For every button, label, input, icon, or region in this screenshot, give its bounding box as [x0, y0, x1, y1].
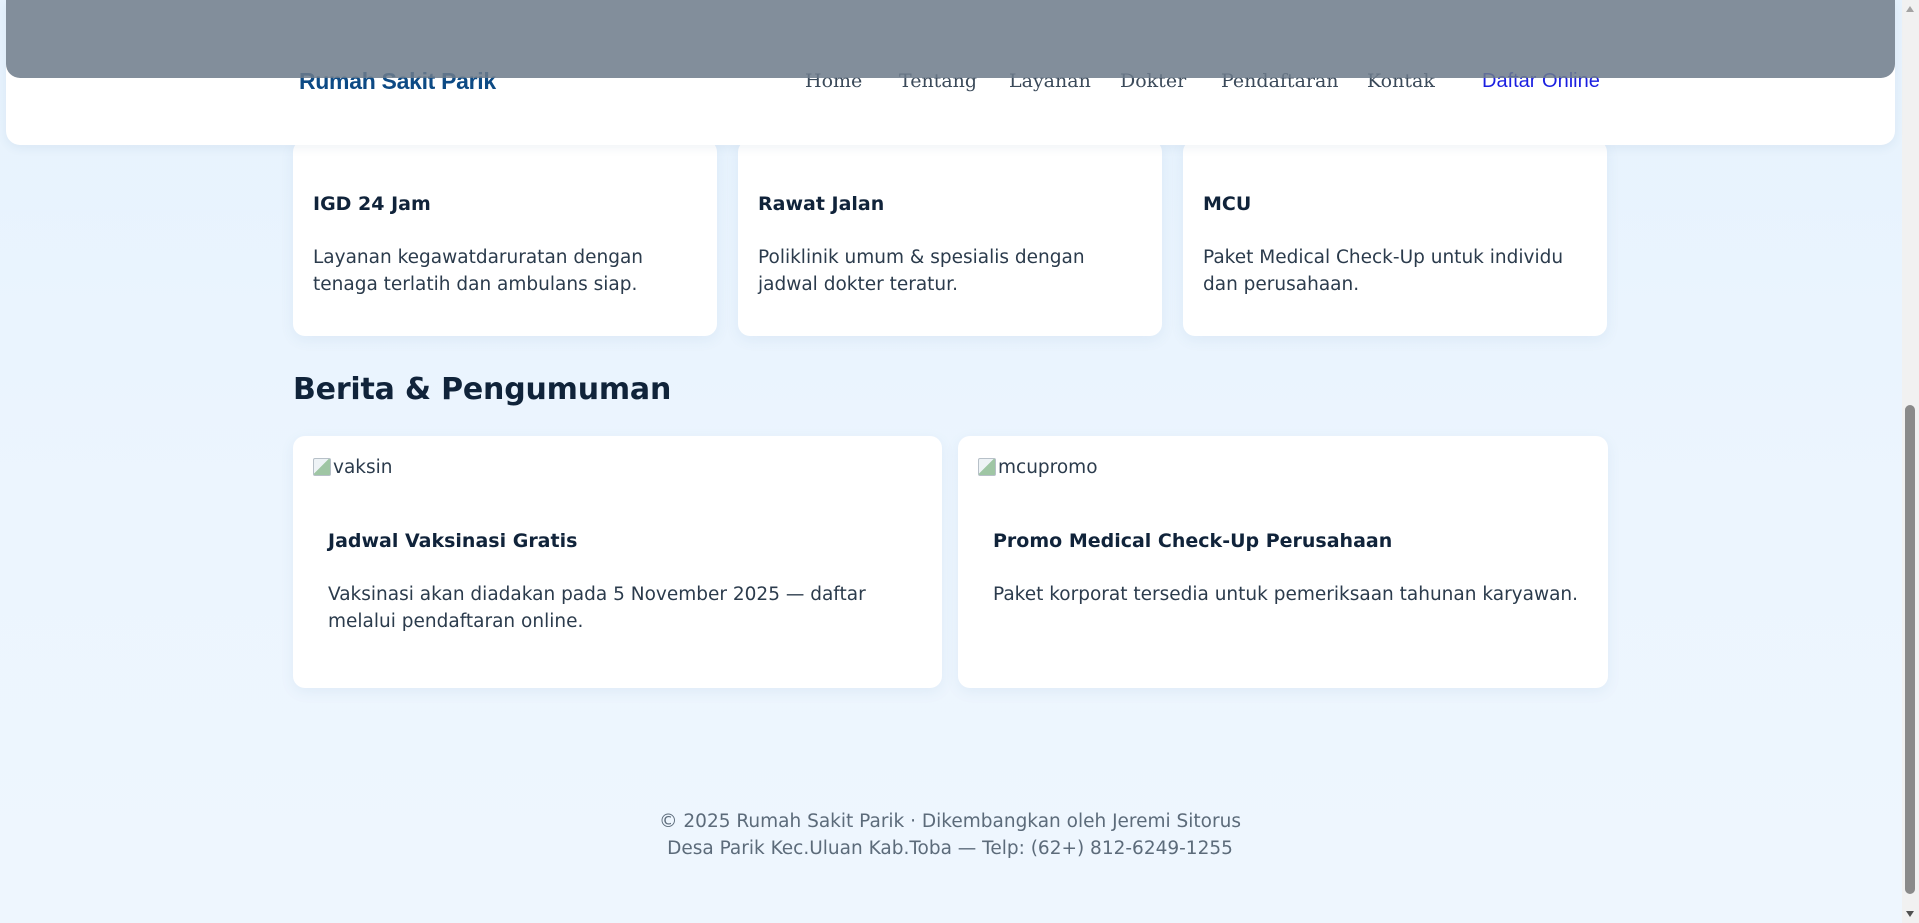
service-description: Poliklinik umum & spesialis dengan jadwa…: [758, 247, 1085, 295]
image-alt-text: vaksin: [333, 456, 393, 478]
image-alt-text: mcupromo: [998, 456, 1098, 478]
service-title: Rawat Jalan: [758, 193, 885, 215]
news-description: Vaksinasi akan diadakan pada 5 November …: [328, 584, 866, 632]
footer-address: Desa Parik Kec.Uluan Kab.Toba — Telp: (6…: [667, 838, 1233, 859]
service-card-mcu: MCU Paket Medical Check-Up untuk individ…: [1183, 140, 1607, 336]
top-overlay-bar: [6, 0, 1895, 78]
news-image-placeholder: mcupromo: [978, 456, 1098, 478]
service-title: IGD 24 Jam: [313, 193, 431, 215]
scroll-down-arrow-icon[interactable]: [1906, 911, 1914, 917]
scroll-thumb[interactable]: [1905, 405, 1915, 894]
scroll-up-arrow-icon[interactable]: [1906, 6, 1914, 12]
page-scrollbar[interactable]: [1902, 0, 1919, 923]
news-section-title: Berita & Pengumuman: [293, 372, 672, 407]
news-card-vaksin: vaksin Jadwal Vaksinasi Gratis Vaksinasi…: [293, 436, 942, 688]
news-title: Promo Medical Check-Up Perusahaan: [993, 530, 1393, 552]
service-title: MCU: [1203, 193, 1252, 215]
news-card-mcupromo: mcupromo Promo Medical Check-Up Perusaha…: [958, 436, 1608, 688]
service-card-igd: IGD 24 Jam Layanan kegawatdaruratan deng…: [293, 140, 717, 336]
news-image-placeholder: vaksin: [313, 456, 393, 478]
footer-copyright: © 2025 Rumah Sakit Parik · Dikembangkan …: [659, 811, 1241, 832]
broken-image-icon: [313, 458, 331, 476]
service-description: Layanan kegawatdaruratan dengan tenaga t…: [313, 247, 644, 295]
service-description: Paket Medical Check-Up untuk individu da…: [1203, 247, 1564, 295]
broken-image-icon: [978, 458, 996, 476]
service-card-rawat-jalan: Rawat Jalan Poliklinik umum & spesialis …: [738, 140, 1162, 336]
news-description: Paket korporat tersedia untuk pemeriksaa…: [993, 584, 1579, 605]
news-title: Jadwal Vaksinasi Gratis: [328, 530, 578, 552]
